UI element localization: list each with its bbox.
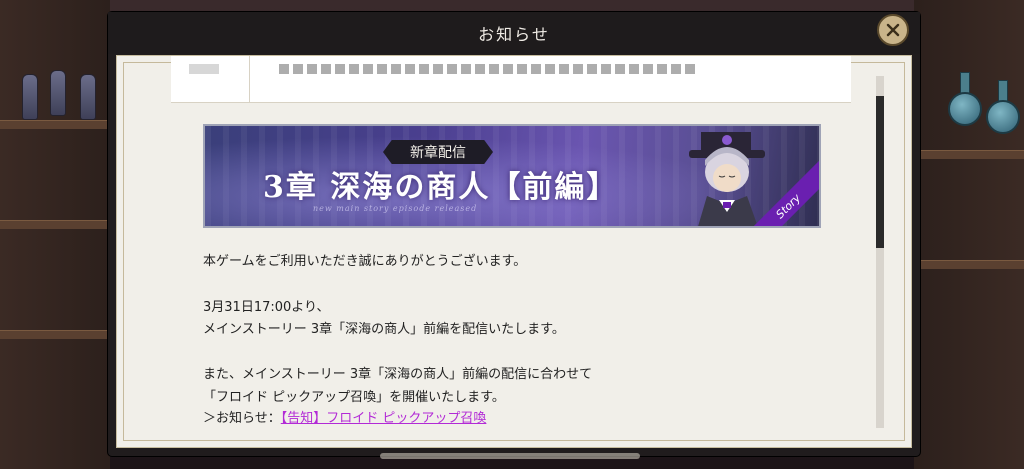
- new-chapter-banner[interactable]: 新章配信 3章 深海の商人【前編】 new main story episode…: [203, 124, 821, 228]
- home-indicator: [380, 453, 640, 459]
- body-line-3: メインストーリー 3章「深海の商人」前編を配信いたします。: [203, 322, 565, 337]
- banner-subtitle: new main story episode released: [313, 204, 478, 213]
- pickup-summon-link[interactable]: 【告知】フロイド ピックアップ召喚: [281, 411, 487, 426]
- announcement-prefix: ＞お知らせ：: [203, 411, 281, 426]
- close-button[interactable]: [877, 14, 909, 46]
- body-line-1: 本ゲームをご利用いただき誠にありがとうございます。: [203, 254, 527, 269]
- dialog-header: お知らせ: [108, 12, 920, 54]
- dialog-title: お知らせ: [478, 25, 550, 44]
- previous-announcement-row[interactable]: [171, 56, 851, 103]
- scrollbar-thumb[interactable]: [876, 96, 884, 248]
- close-icon: [886, 23, 900, 37]
- right-shelf-decor: [914, 0, 1024, 469]
- banner-tag: 新章配信: [383, 140, 493, 164]
- body-line-5: 「フロイド ピックアップ召喚」を開催いたします。: [203, 390, 505, 405]
- left-shelf-decor: [0, 0, 110, 469]
- banner-title: 3章 深海の商人【前編】: [263, 170, 619, 205]
- body-line-4: また、メインストーリー 3章「深海の商人」前編の配信に合わせて: [203, 367, 593, 382]
- body-line-2: 3月31日17:00より、: [203, 300, 330, 315]
- body-line-6: ＞お知らせ：【告知】フロイド ピックアップ召喚: [203, 407, 486, 426]
